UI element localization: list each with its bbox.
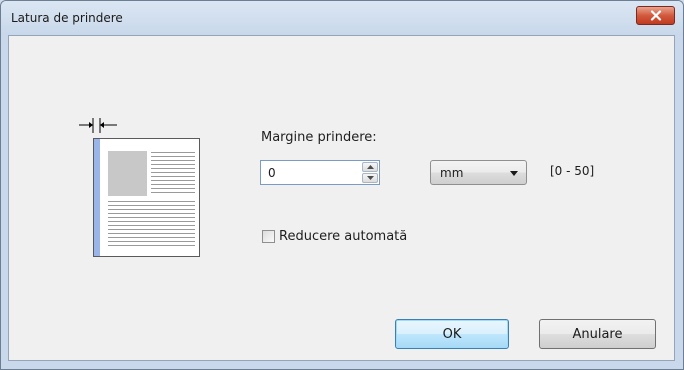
title-bar[interactable]: Latura de prindere xyxy=(1,1,683,35)
binding-margin-label: Margine prindere: xyxy=(261,130,377,145)
cancel-button[interactable]: Anulare xyxy=(539,319,656,349)
dialog-content: Margine prindere: mm [0 - 50] Reducere a… xyxy=(8,35,675,361)
chevron-up-icon xyxy=(366,165,374,169)
chevron-down-icon xyxy=(366,176,374,180)
close-icon xyxy=(650,10,661,21)
close-button[interactable] xyxy=(636,6,675,25)
auto-reduce-label[interactable]: Reducere automată xyxy=(279,229,407,244)
spin-down-button[interactable] xyxy=(362,173,378,183)
unit-select[interactable]: mm xyxy=(430,160,527,185)
dialog-window: Latura de prindere Margine prindere: 0 m… xyxy=(0,0,684,370)
margin-range-text: [0 - 50] xyxy=(550,164,595,178)
binding-edge-illustration xyxy=(79,118,200,257)
auto-reduce-checkbox[interactable] xyxy=(262,230,275,243)
unit-select-value: mm xyxy=(440,166,464,180)
dialog-title: Latura de prindere xyxy=(11,11,123,25)
binding-margin-input[interactable] xyxy=(261,161,361,184)
ok-button[interactable]: OK xyxy=(395,319,509,349)
auto-reduce-option[interactable]: Reducere automată xyxy=(262,229,407,244)
dropdown-arrow-icon xyxy=(510,171,518,176)
binding-margin-spinbox[interactable] xyxy=(260,160,380,185)
spin-up-button[interactable] xyxy=(362,162,378,172)
